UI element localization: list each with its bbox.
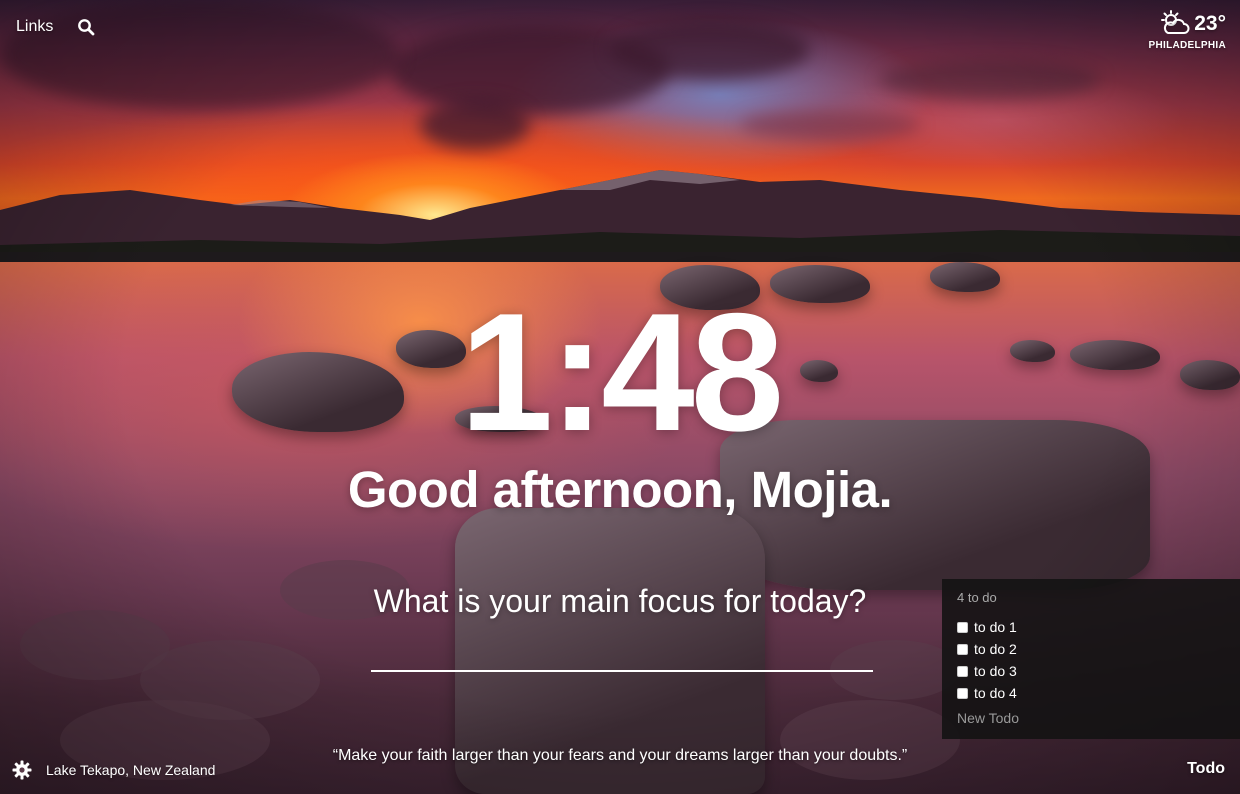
links-button[interactable]: Links [16, 18, 53, 36]
weather-city: PHILADELPHIA [1148, 40, 1226, 51]
todo-item-label: to do 3 [974, 663, 1017, 679]
greeting: Good afternoon, Mojia. [347, 461, 893, 518]
todo-item-label: to do 4 [974, 685, 1017, 701]
todo-count: 4 to do [957, 590, 997, 605]
todo-item-label: to do 2 [974, 641, 1017, 657]
clock-time: 1:48 [459, 278, 784, 466]
todo-checkbox[interactable] [957, 643, 968, 655]
new-todo-input[interactable]: New Todo [957, 710, 1019, 726]
weather-widget[interactable]: 23° PHILADELPHIA [1148, 10, 1226, 51]
temperature: 23° [1194, 12, 1226, 35]
todo-checkbox[interactable] [957, 665, 968, 677]
daily-quote: “Make your faith larger than your fears … [332, 747, 908, 764]
focus-input[interactable] [371, 630, 873, 672]
todo-item[interactable]: to do 1 [957, 616, 1017, 638]
todo-item-label: to do 1 [974, 619, 1017, 635]
todo-panel: 4 to do to do 1 to do 2 to do 3 to do 4 … [942, 579, 1240, 739]
todo-checkbox[interactable] [957, 621, 968, 633]
todo-item[interactable]: to do 2 [957, 638, 1017, 660]
search-icon[interactable] [77, 18, 95, 36]
weather-row: 23° [1149, 10, 1226, 38]
todo-item[interactable]: to do 4 [957, 682, 1017, 704]
todo-list: to do 1 to do 2 to do 3 to do 4 [957, 616, 1017, 704]
partly-cloudy-icon [1161, 10, 1190, 34]
top-left-controls: Links [16, 18, 95, 36]
todo-item[interactable]: to do 3 [957, 660, 1017, 682]
todo-checkbox[interactable] [957, 687, 968, 699]
todo-toggle-button[interactable]: Todo [1187, 760, 1225, 778]
